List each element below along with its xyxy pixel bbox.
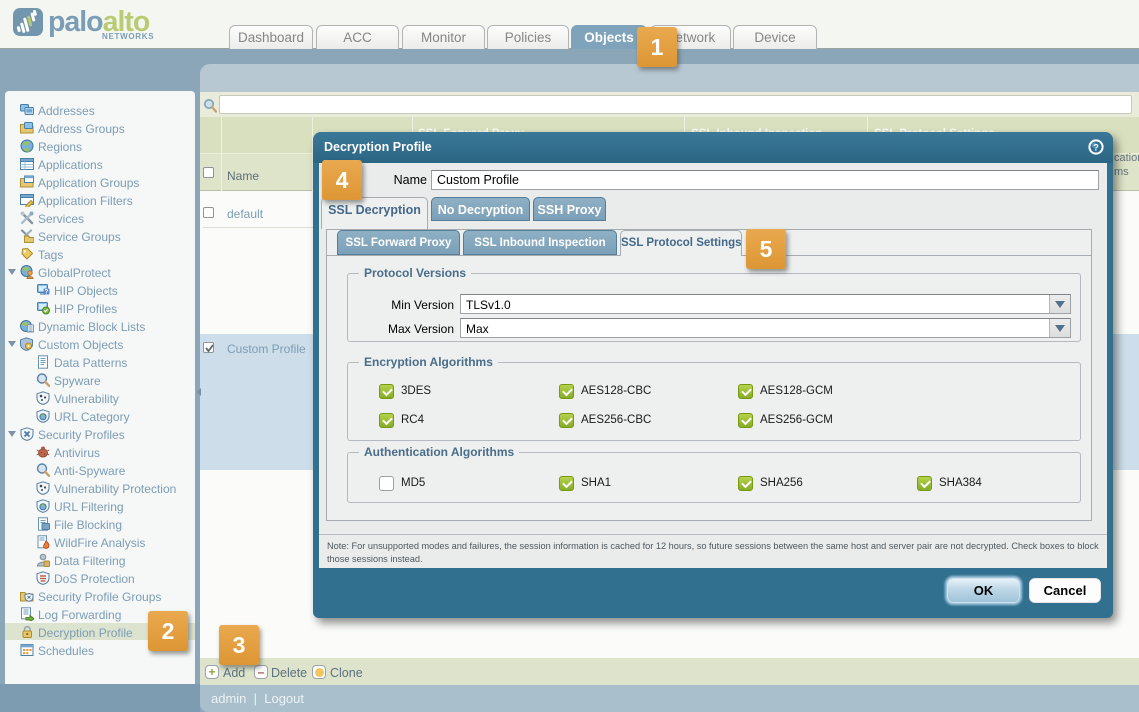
svg-text:?: ? <box>1093 143 1099 154</box>
svg-text:?: ? <box>45 289 49 295</box>
